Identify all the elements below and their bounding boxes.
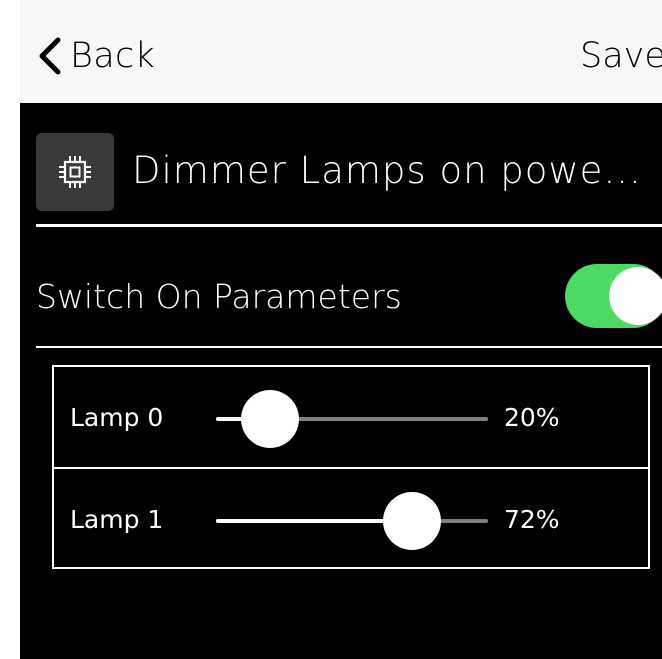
lamp-1-slider[interactable]	[216, 492, 488, 550]
back-label: Back	[70, 36, 156, 76]
lamp-row: Lamp 0 20%	[54, 367, 648, 469]
chip-icon	[36, 133, 114, 211]
lamp-list: Lamp 0 20% Lamp 1 72%	[52, 365, 650, 569]
slider-thumb[interactable]	[241, 390, 300, 448]
lamp-value: 20%	[504, 403, 560, 432]
lamp-0-slider[interactable]	[216, 390, 488, 448]
lamp-row: Lamp 1 72%	[54, 469, 648, 569]
navigation-bar: Back Save	[20, 0, 662, 103]
device-title: Dimmer Lamps on powe...	[132, 149, 642, 192]
left-edge	[0, 0, 20, 659]
toggle-knob	[609, 267, 662, 325]
slider-thumb[interactable]	[382, 492, 441, 550]
back-button[interactable]: Back	[36, 36, 155, 76]
lamp-label: Lamp 1	[70, 505, 164, 534]
divider	[36, 224, 662, 227]
main-content: Dimmer Lamps on powe... Switch On Parame…	[20, 103, 662, 659]
save-button[interactable]: Save	[580, 36, 662, 76]
device-header: Dimmer Lamps on powe...	[36, 133, 662, 213]
lamp-label: Lamp 0	[70, 403, 164, 432]
switch-on-toggle[interactable]	[565, 264, 662, 328]
divider	[36, 346, 662, 348]
chevron-left-icon	[39, 37, 61, 75]
lamp-value: 72%	[504, 505, 560, 534]
switch-on-label: Switch On Parameters	[36, 277, 402, 316]
